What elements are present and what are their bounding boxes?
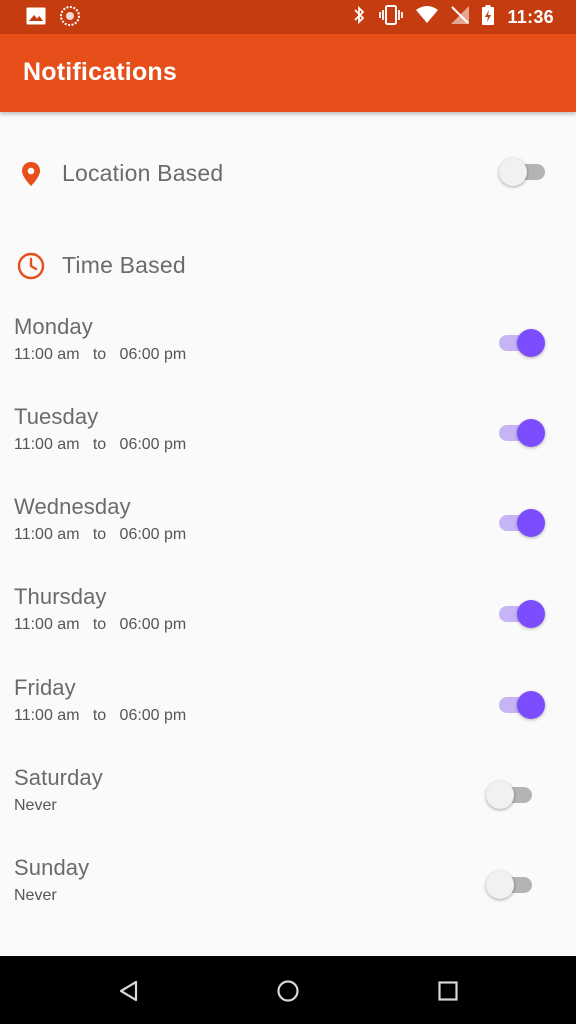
- location-based-row[interactable]: Location Based: [0, 144, 576, 204]
- day-time-range: Never: [14, 797, 57, 814]
- day-row-monday[interactable]: Monday 11:00 am to 06:00 pm: [0, 314, 576, 394]
- thursday-switch[interactable]: [495, 600, 545, 628]
- app-bar: Notifications: [0, 34, 576, 112]
- switch-thumb: [517, 509, 545, 537]
- day-time-range: Never: [14, 887, 57, 904]
- status-bar: 11:36: [0, 0, 576, 34]
- status-time: 11:36: [507, 6, 554, 27]
- page-title: Notifications: [23, 58, 177, 86]
- day-time-range: 11:00 am to 06:00 pm: [14, 707, 187, 724]
- recents-icon[interactable]: [435, 978, 461, 1004]
- location-pin-icon: [17, 160, 45, 188]
- switch-thumb: [486, 871, 514, 899]
- day-row-wednesday[interactable]: Wednesday 11:00 am to 06:00 pm: [0, 494, 576, 574]
- day-name: Friday: [14, 675, 76, 700]
- day-name: Wednesday: [14, 494, 131, 519]
- clock-icon: [17, 252, 45, 280]
- switch-thumb: [517, 691, 545, 719]
- system-nav-bar: [0, 956, 576, 1024]
- no-sim-icon: [451, 5, 470, 29]
- time-based-label: Time Based: [62, 252, 186, 278]
- wifi-icon: [416, 5, 439, 29]
- switch-thumb: [517, 419, 545, 447]
- bluetooth-icon: [352, 5, 366, 30]
- switch-thumb: [517, 329, 545, 357]
- location-based-label: Location Based: [62, 160, 224, 186]
- switch-thumb: [517, 600, 545, 628]
- tuesday-switch[interactable]: [495, 419, 545, 447]
- day-time-range: 11:00 am to 06:00 pm: [14, 616, 187, 633]
- day-row-saturday[interactable]: Saturday Never: [0, 765, 576, 845]
- day-name: Sunday: [14, 855, 90, 880]
- day-row-friday[interactable]: Friday 11:00 am to 06:00 pm: [0, 675, 576, 755]
- battery-charging-icon: [482, 4, 495, 30]
- day-row-tuesday[interactable]: Tuesday 11:00 am to 06:00 pm: [0, 404, 576, 484]
- day-name: Tuesday: [14, 404, 99, 429]
- time-based-header: Time Based: [0, 236, 576, 296]
- location-based-switch[interactable]: [499, 158, 549, 186]
- app-icon: [60, 6, 80, 31]
- wednesday-switch[interactable]: [495, 509, 545, 537]
- day-name: Thursday: [14, 584, 107, 609]
- day-row-thursday[interactable]: Thursday 11:00 am to 06:00 pm: [0, 584, 576, 664]
- gallery-icon: [26, 7, 46, 30]
- saturday-switch[interactable]: [486, 781, 536, 809]
- day-name: Monday: [14, 314, 93, 339]
- back-icon[interactable]: [116, 978, 142, 1004]
- vibrate-icon: [379, 4, 404, 30]
- day-time-range: 11:00 am to 06:00 pm: [14, 346, 187, 363]
- day-row-sunday[interactable]: Sunday Never: [0, 855, 576, 935]
- switch-thumb: [486, 781, 514, 809]
- switch-thumb: [499, 158, 527, 186]
- home-icon[interactable]: [275, 978, 301, 1004]
- monday-switch[interactable]: [495, 329, 545, 357]
- day-time-range: 11:00 am to 06:00 pm: [14, 436, 187, 453]
- friday-switch[interactable]: [495, 691, 545, 719]
- day-name: Saturday: [14, 765, 103, 790]
- day-time-range: 11:00 am to 06:00 pm: [14, 526, 187, 543]
- sunday-switch[interactable]: [486, 871, 536, 899]
